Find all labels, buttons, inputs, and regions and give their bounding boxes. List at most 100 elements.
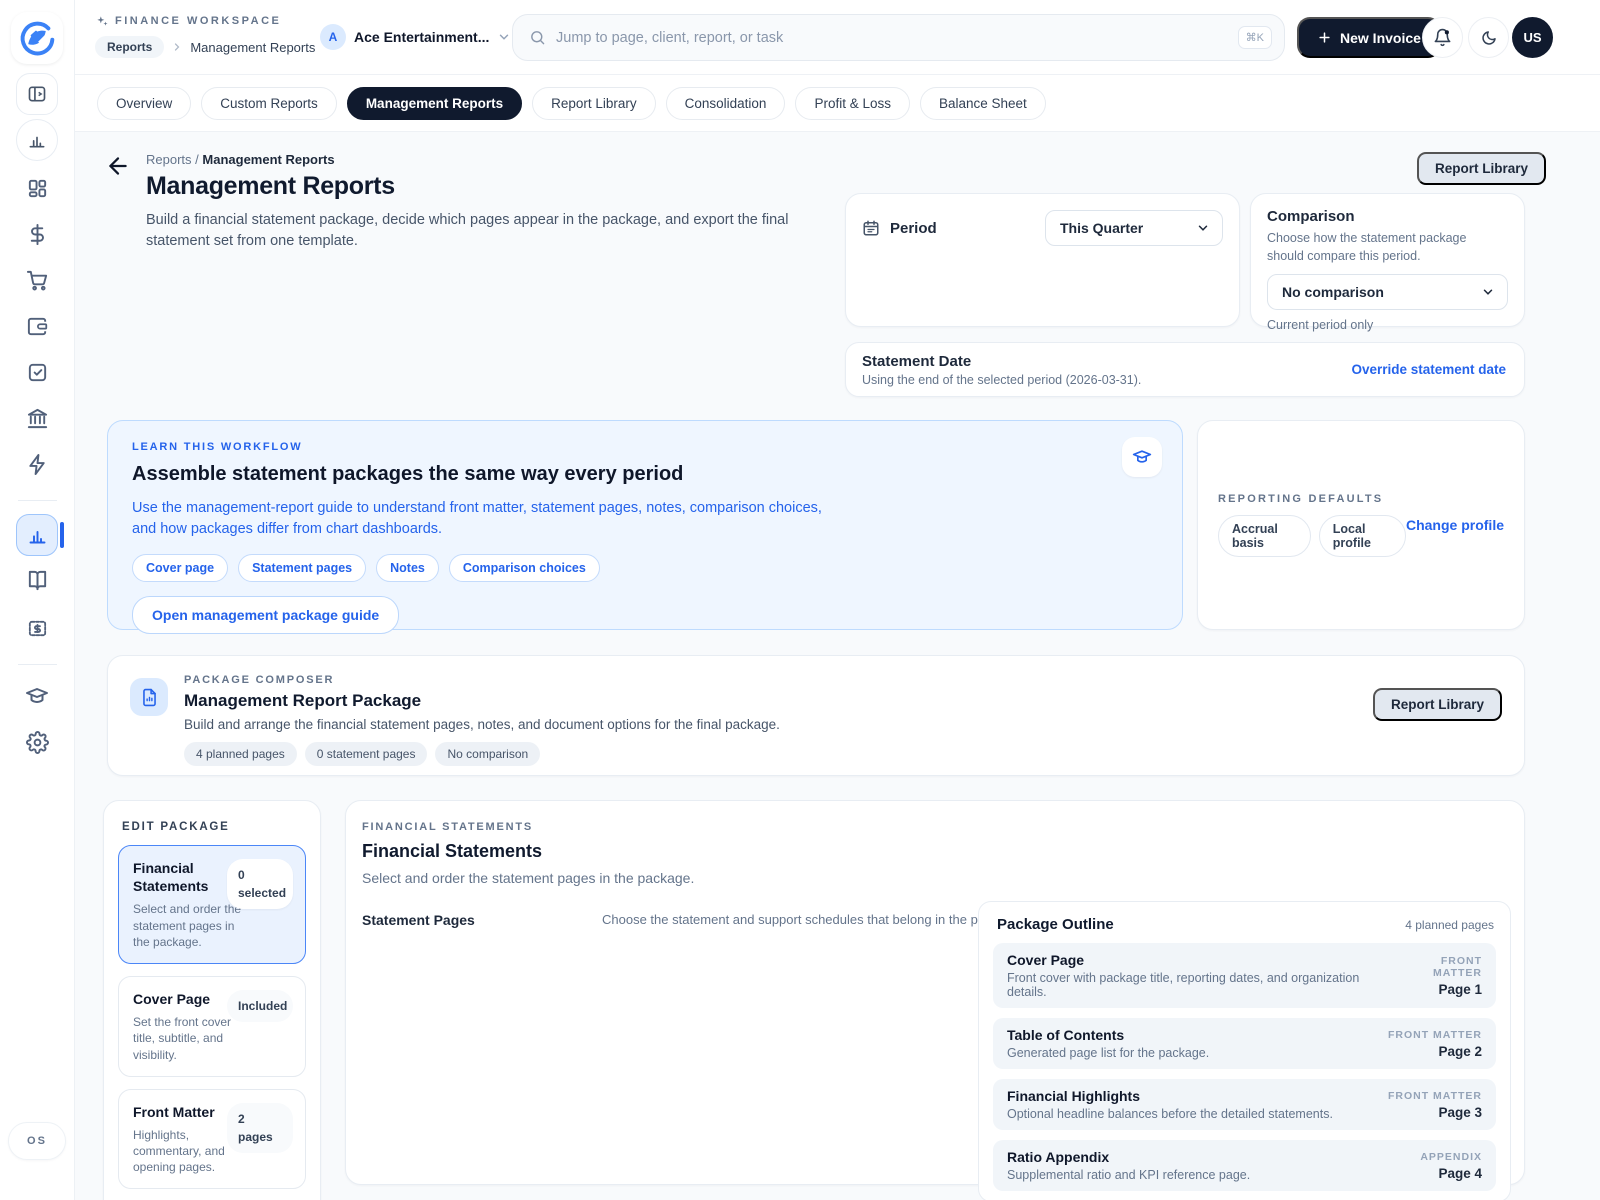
- cart-icon: [26, 269, 49, 292]
- tab-overview[interactable]: Overview: [97, 87, 191, 120]
- plus-icon: [1317, 30, 1332, 45]
- period-select[interactable]: This Quarter: [1045, 210, 1223, 246]
- outline-item-financial-highlights[interactable]: Financial Highlights Optional headline b…: [993, 1079, 1496, 1130]
- chip-local-profile: Local profile: [1319, 515, 1406, 557]
- edit-item-financial-statements[interactable]: Financial Statements Select and order th…: [118, 845, 306, 964]
- edit-item-badge: Included: [227, 990, 293, 1022]
- chip-statement-pages-count: 0 statement pages: [305, 742, 428, 766]
- client-avatar: A: [320, 24, 346, 50]
- search-icon: [529, 29, 546, 46]
- sidebar-item-wallet[interactable]: [16, 310, 58, 342]
- sidebar: OS: [0, 0, 75, 1200]
- global-search[interactable]: ⌘K: [512, 14, 1285, 61]
- sidebar-item-sales[interactable]: [16, 264, 58, 296]
- wallet-icon: [26, 315, 49, 338]
- search-input[interactable]: [556, 30, 1238, 46]
- chip-planned-pages: 4 planned pages: [184, 742, 297, 766]
- reporting-defaults-label: REPORTING DEFAULTS: [1218, 493, 1406, 505]
- composer-title: Management Report Package: [184, 691, 1357, 711]
- outline-item-cover-page[interactable]: Cover Page Front cover with package titl…: [993, 943, 1496, 1008]
- sidebar-item-settings[interactable]: [16, 726, 58, 758]
- sidebar-item-revenue[interactable]: [16, 218, 58, 250]
- user-avatar[interactable]: US: [1512, 17, 1553, 58]
- client-selector[interactable]: A Ace Entertainment...: [320, 24, 511, 50]
- tab-consolidation[interactable]: Consolidation: [666, 87, 786, 120]
- sidebar-item-reports-active[interactable]: [16, 514, 58, 556]
- reporting-defaults-chips: Accrual basis Local profile: [1218, 515, 1406, 557]
- workflow-banner: LEARN THIS WORKFLOW Assemble statement p…: [107, 420, 1183, 630]
- edit-package-title: EDIT PACKAGE: [122, 821, 306, 833]
- period-card: Period This Quarter: [845, 193, 1240, 327]
- sidebar-item-learn[interactable]: [16, 680, 58, 712]
- breadcrumb-current: Management Reports: [202, 152, 334, 167]
- chart-shortcut-button[interactable]: [16, 119, 58, 161]
- statement-date-card: Statement Date Using the end of the sele…: [845, 342, 1525, 397]
- banner-chips: Cover page Statement pages Notes Compari…: [132, 554, 1158, 582]
- package-outline-count: 4 planned pages: [1405, 918, 1494, 932]
- os-badge[interactable]: OS: [8, 1122, 66, 1160]
- change-profile-link[interactable]: Change profile: [1406, 517, 1504, 533]
- sidebar-item-banking[interactable]: [16, 402, 58, 434]
- open-guide-button[interactable]: Open management package guide: [132, 596, 399, 634]
- composer-report-library-button[interactable]: Report Library: [1373, 688, 1502, 721]
- comparison-description: Choose how the statement package should …: [1267, 230, 1492, 265]
- topbar: FINANCE WORKSPACE Reports Management Rep…: [75, 0, 1600, 75]
- chevron-down-icon: [1196, 221, 1210, 235]
- banner-guide-link[interactable]: Use the management-report guide to under…: [132, 498, 832, 540]
- graduation-cap-icon: [25, 684, 49, 708]
- workspace-label: FINANCE WORKSPACE: [115, 15, 281, 27]
- composer-main: PACKAGE COMPOSER Management Report Packa…: [184, 674, 1357, 766]
- package-outline-panel: Package Outline 4 planned pages Cover Pa…: [978, 901, 1511, 1200]
- statement-date-title: Statement Date: [862, 353, 1141, 370]
- theme-toggle-button[interactable]: [1468, 17, 1509, 58]
- statement-date-text: Statement Date Using the end of the sele…: [862, 353, 1141, 387]
- chip-notes: Notes: [376, 554, 439, 582]
- edit-item-front-matter[interactable]: Front Matter Highlights, commentary, and…: [118, 1089, 306, 1190]
- search-shortcut-badge: ⌘K: [1238, 26, 1272, 49]
- sidebar-item-automation[interactable]: [16, 448, 58, 480]
- tab-profit-loss[interactable]: Profit & Loss: [795, 87, 910, 120]
- new-invoice-button[interactable]: New Invoice: [1297, 17, 1441, 58]
- chevron-right-icon: [171, 41, 183, 53]
- outline-item-ratio-appendix[interactable]: Ratio Appendix Supplemental ratio and KP…: [993, 1140, 1496, 1191]
- chip-no-comparison: No comparison: [435, 742, 540, 766]
- notifications-button[interactable]: [1422, 17, 1463, 58]
- bar-chart-icon: [27, 130, 47, 150]
- breadcrumb-pill[interactable]: Reports: [95, 36, 164, 58]
- composer-eyebrow: PACKAGE COMPOSER: [184, 674, 1357, 686]
- tab-management-reports[interactable]: Management Reports: [347, 87, 522, 120]
- sidebar-collapse-button[interactable]: [16, 73, 58, 115]
- sparkles-icon: [95, 14, 109, 28]
- report-library-button[interactable]: Report Library: [1417, 152, 1546, 185]
- sidebar-item-dashboard[interactable]: [16, 172, 58, 204]
- sidebar-item-ledger[interactable]: [16, 564, 58, 596]
- statement-date-description: Using the end of the selected period (20…: [862, 373, 1141, 387]
- comparison-select[interactable]: No comparison: [1267, 274, 1508, 310]
- back-arrow-button[interactable]: [105, 153, 131, 179]
- outline-item-table-of-contents[interactable]: Table of Contents Generated page list fo…: [993, 1018, 1496, 1069]
- sidebar-item-tasks[interactable]: [16, 356, 58, 388]
- chip-accrual-basis: Accrual basis: [1218, 515, 1311, 557]
- report-tabs: Overview Custom Reports Management Repor…: [75, 75, 1600, 132]
- sidebar-divider: [18, 500, 57, 501]
- edit-item-cover-page[interactable]: Cover Page Set the front cover title, su…: [118, 976, 306, 1077]
- breadcrumb-parent[interactable]: Reports: [146, 152, 192, 167]
- page-breadcrumb: Reports / Management Reports: [146, 152, 335, 167]
- bar-chart-icon: [27, 525, 48, 546]
- new-invoice-label: New Invoice: [1340, 30, 1421, 46]
- client-name: Ace Entertainment...: [354, 29, 489, 45]
- edit-item-badge: 0 selected: [227, 859, 293, 909]
- composer-chips: 4 planned pages 0 statement pages No com…: [184, 742, 1357, 766]
- tab-balance-sheet[interactable]: Balance Sheet: [920, 87, 1046, 120]
- override-statement-date-link[interactable]: Override statement date: [1351, 362, 1506, 377]
- reporting-defaults-block: REPORTING DEFAULTS Accrual basis Local p…: [1218, 493, 1406, 557]
- statement-pages-label: Statement Pages: [362, 912, 602, 928]
- zap-icon: [26, 453, 49, 476]
- invoice-icon: [26, 617, 49, 640]
- sidebar-item-invoices[interactable]: [16, 612, 58, 644]
- tab-custom-reports[interactable]: Custom Reports: [201, 87, 337, 120]
- app-logo[interactable]: [11, 12, 63, 64]
- graduation-cap-icon: [1132, 447, 1152, 467]
- package-composer-card: PACKAGE COMPOSER Management Report Packa…: [107, 655, 1525, 776]
- tab-report-library[interactable]: Report Library: [532, 87, 656, 120]
